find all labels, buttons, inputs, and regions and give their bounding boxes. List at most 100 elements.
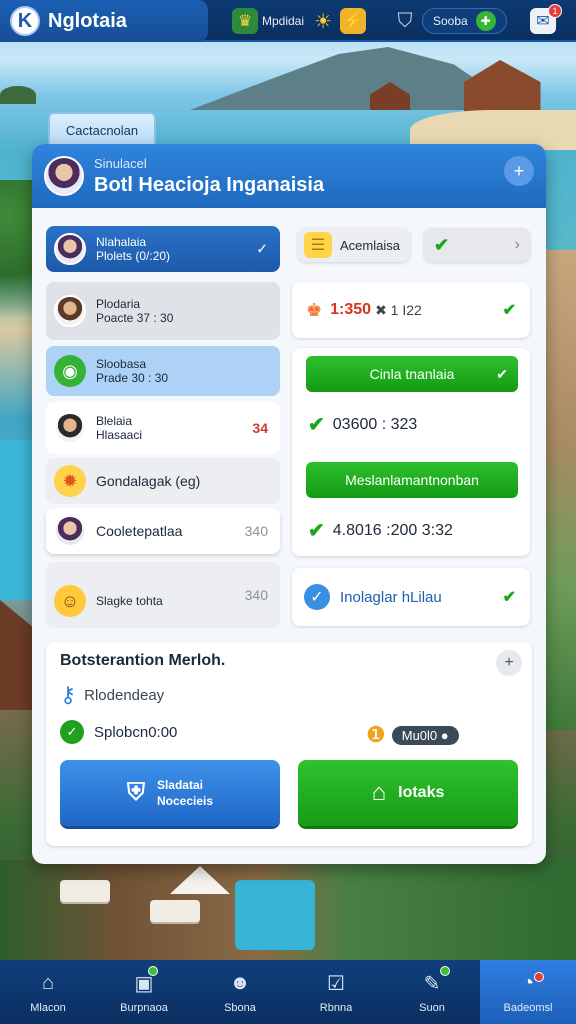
shield-icon: ⛉ [397, 9, 413, 32]
nav-item-store[interactable]: ▣ Burpnaoa [96, 960, 192, 1024]
sun-icon: ☀ [314, 10, 332, 33]
nav-label: Badeomsl [503, 1002, 553, 1014]
note-icon: ☰ [304, 232, 332, 258]
coin-icon: ❶ [366, 722, 386, 747]
expand-button[interactable]: + [496, 650, 522, 676]
chevron-right-icon: › [514, 236, 520, 253]
list-item-value: 340 [244, 523, 268, 539]
status-panel: Cinla tnanlaia ✔ ✔ 03600 : 323 Meslanlam… [292, 348, 530, 556]
info-check-icon: ✓ [304, 584, 330, 610]
smiley-icon: ☺ [54, 585, 86, 617]
notifications-button[interactable]: ✉ 1 [530, 4, 562, 36]
deck-scenery [545, 250, 576, 730]
topbar-item2-label: Sooba [433, 14, 468, 28]
status-badge-text: Mu0l0 ● [391, 725, 459, 745]
nav-label: Mlacon [30, 1002, 66, 1014]
check-icon: ✔ [502, 302, 516, 319]
panel-row-2: ✓ Splobcn0:00 [60, 720, 177, 744]
panel-title: Botsterantion Merloh. [60, 652, 226, 669]
home-icon: ⌂ [41, 971, 55, 994]
list-item[interactable]: Cooletepatlaa 340 [46, 508, 280, 554]
info-label: Inolaglar hLilau [340, 588, 442, 606]
trophy-icon: ♛ [232, 8, 258, 34]
list-item-subtitle: Hlasaaci [96, 428, 143, 442]
panel-row-2-text: Splobcn0:00 [94, 723, 178, 741]
nav-item-dashboard[interactable]: ◔ Badeomsl [480, 960, 576, 1024]
action-button-2-label: Meslanlamantnonban [345, 472, 479, 488]
check-icon: ✔ [308, 520, 325, 542]
check-circle-icon: ✓ [60, 720, 84, 744]
list-item-title: Sloobasa [96, 357, 147, 371]
app-brand[interactable]: K Nglotaia [0, 0, 208, 42]
list-item-subtitle: Plolets (0/:20) [96, 249, 171, 263]
top-bar: K Nglotaia ♛ Mpdidai ☀ ⚡ ⛉ Sooba ✚ ✉ 1 [0, 0, 576, 42]
checklist-icon: ☑ [327, 972, 345, 995]
check-icon: ✔ [502, 589, 516, 606]
list-item[interactable]: ◉ Sloobasa Prade 30 : 30 [46, 346, 280, 396]
status-line-1: ✔ 03600 : 323 [308, 412, 417, 437]
key-icon: ⚷ [60, 682, 77, 707]
home-action-button[interactable]: ⌂ Iotaks [298, 760, 518, 826]
check-icon: ✔ [308, 414, 325, 436]
list-item[interactable]: ✹ Gondalagak (eg) [46, 458, 280, 504]
card-header: Sinulacel Botl Heacioja Inganaisia + [32, 144, 546, 208]
notification-dot [148, 966, 158, 976]
info-row[interactable]: ✓ Inolaglar hLilau ✔ [292, 568, 530, 626]
check-icon: ✓ [256, 240, 268, 257]
primary-action-button[interactable]: ⛨ Sladatai Nocecieis [60, 760, 280, 826]
topbar-profile[interactable]: ♛ Mpdidai ☀ ⚡ [232, 6, 370, 36]
notification-dot [440, 966, 450, 976]
primary-action-line1: Sladatai [156, 778, 203, 792]
nav-label: Burpnaoa [120, 1002, 168, 1014]
chat-bubble-icon: ◉ [54, 355, 86, 387]
bottom-nav: ⌂ Mlacon ▣ Burpnaoa ☻ Sbona ☑ Rbnna ✎ Su… [0, 960, 576, 1024]
app-logo-icon: K [10, 6, 40, 36]
list-item-subtitle: Prade 30 : 30 [96, 371, 169, 385]
chip-label: Acemlaisa [340, 237, 400, 253]
status-badge: ❶ Mu0l0 ● [366, 722, 459, 748]
panel-row-1-text: Rlodendeay [84, 686, 165, 704]
sun-icon: ✹ [54, 465, 86, 497]
nav-item-profile[interactable]: ☻ Sbona [192, 960, 288, 1024]
toggle-button[interactable]: ✔ › [424, 228, 530, 262]
list-item-title: Slagke tohta [96, 594, 163, 608]
action-button-2[interactable]: Meslanlamantnonban [306, 462, 518, 498]
home-action-label: Iotaks [398, 784, 445, 801]
lounger-scenery [150, 900, 200, 922]
avatar [44, 156, 84, 196]
avatar [54, 233, 86, 265]
bottom-panel: Botsterantion Merloh. + ⚷ Rlodendeay ✓ S… [46, 642, 532, 846]
nav-item-home[interactable]: ⌂ Mlacon [0, 960, 96, 1024]
nav-label: Rbnna [319, 1002, 353, 1014]
list-item[interactable]: Nlahalaia Plolets (0/:20) ✓ [46, 226, 280, 272]
bolt-icon: ⚡ [340, 8, 367, 34]
avatar [54, 515, 86, 547]
action-button-1[interactable]: Cinla tnanlaia ✔ [306, 356, 518, 392]
score-suffix: ✖ 1 I22 [375, 301, 422, 318]
action-button-1-label: Cinla tnanlaia [369, 366, 455, 382]
list-item-title: Cooletepatlaa [96, 523, 183, 539]
status-line-2-text: 4.8016 :200 3:32 [332, 521, 453, 539]
avatar [54, 295, 86, 327]
chip-button[interactable]: ☰ Acemlaisa [298, 228, 410, 262]
nav-label: Suon [419, 1002, 445, 1014]
status-line-1-text: 03600 : 323 [332, 415, 418, 433]
pool-scenery [235, 880, 315, 950]
islet-scenery [0, 86, 36, 104]
tab-back[interactable]: Cactacnolan [48, 112, 156, 148]
resort-scenery [464, 60, 541, 115]
main-card: Sinulacel Botl Heacioja Inganaisia + Nla… [32, 144, 546, 864]
topbar-score[interactable]: ⛉ Sooba ✚ [392, 6, 507, 36]
nav-item-edit[interactable]: ✎ Suon [384, 960, 480, 1024]
shield-check-icon: ⛨ [126, 779, 145, 806]
nav-label: Sbona [224, 1002, 256, 1014]
nav-item-tasks[interactable]: ☑ Rbnna [288, 960, 384, 1024]
user-icon: ☻ [229, 971, 251, 994]
add-button[interactable]: + [504, 156, 534, 186]
game-icon: ✚ [475, 11, 496, 31]
list-item[interactable]: Plodaria Poacte 37 : 30 [46, 282, 280, 340]
list-item[interactable]: Blelaia Hlasaaci 34 [46, 402, 280, 454]
list-item[interactable]: ☺ Slagke tohta 340 [46, 562, 280, 628]
topbar-pill: Sooba ✚ [422, 8, 507, 34]
list-item-title: Plodaria [96, 297, 141, 311]
